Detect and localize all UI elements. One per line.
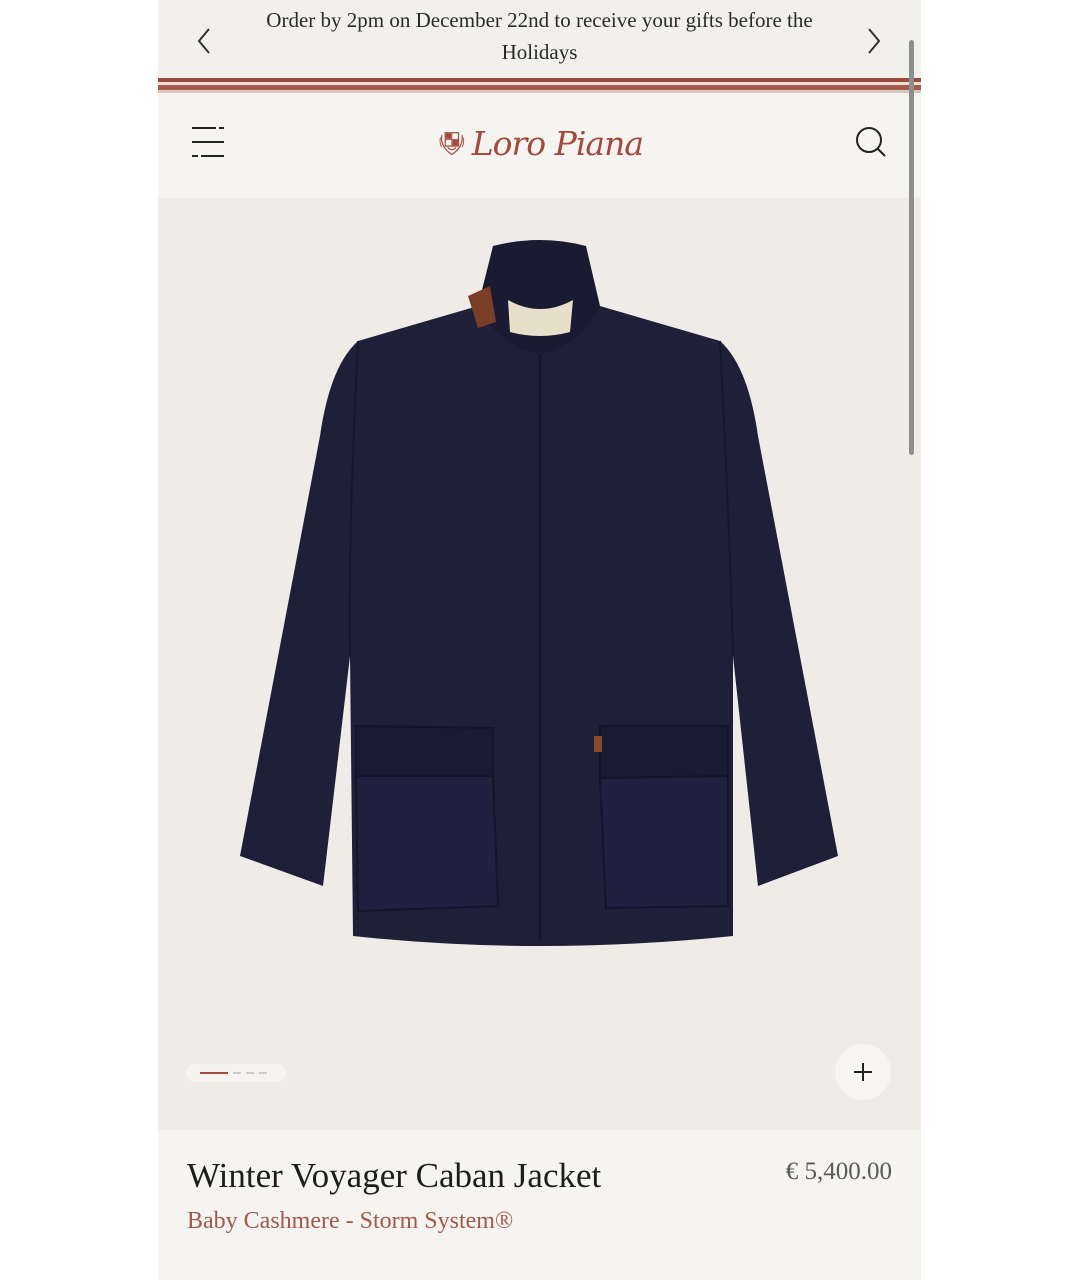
hamburger-menu-icon [192, 127, 224, 157]
promo-next-button[interactable] [862, 26, 886, 56]
product-material[interactable]: Baby Cashmere - Storm System® [187, 1208, 513, 1235]
zoom-button[interactable] [835, 1044, 891, 1100]
product-name: Winter Voyager Caban Jacket [187, 1156, 602, 1195]
pager-dot[interactable] [246, 1072, 254, 1074]
product-gallery[interactable] [158, 198, 921, 1130]
gallery-pagination[interactable] [186, 1064, 286, 1082]
promo-prev-button[interactable] [192, 26, 216, 56]
product-image [240, 240, 838, 946]
promo-banner: Order by 2pm on December 22nd to receive… [158, 0, 921, 78]
search-icon [856, 127, 886, 157]
product-price: € 5,400.00 [785, 1158, 892, 1185]
pager-dot[interactable] [259, 1072, 267, 1074]
brand-wordmark: Loro Piana [471, 123, 644, 163]
chevron-left-icon [197, 28, 210, 54]
brand-stripes [158, 78, 921, 93]
brand-logo[interactable]: Loro Piana [438, 117, 644, 169]
search-button[interactable] [854, 125, 888, 159]
pager-dot-active[interactable] [200, 1072, 228, 1074]
brand-crest-icon [439, 132, 465, 156]
pager-dot[interactable] [233, 1072, 241, 1074]
product-page: Order by 2pm on December 22nd to receive… [158, 0, 921, 1280]
chevron-right-icon [868, 28, 881, 54]
menu-button[interactable] [190, 125, 226, 161]
page-scrollbar[interactable] [909, 40, 914, 455]
plus-icon [854, 1063, 872, 1081]
promo-message: Order by 2pm on December 22nd to receive… [266, 8, 813, 64]
site-header: Loro Piana [158, 93, 921, 198]
product-info: Winter Voyager Caban Jacket € 5,400.00 B… [158, 1130, 921, 1280]
